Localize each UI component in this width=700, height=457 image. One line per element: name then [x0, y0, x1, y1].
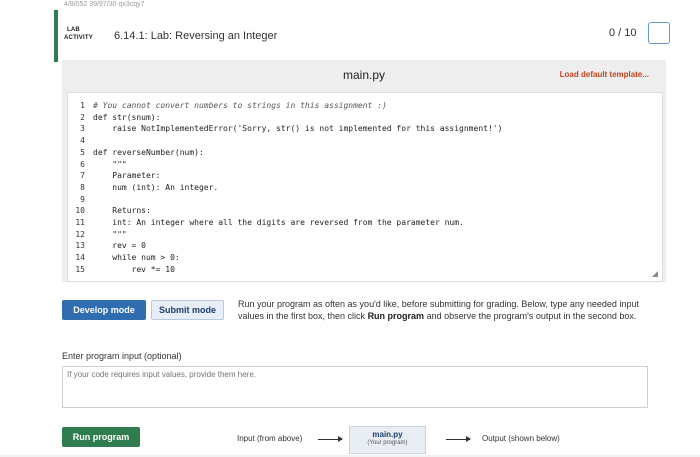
code-text[interactable]: num (int): An integer.	[93, 182, 218, 193]
code-text[interactable]: Parameter:	[93, 170, 160, 181]
line-number: 13	[75, 241, 85, 251]
code-text[interactable]: rev *= 10	[93, 264, 175, 275]
arrow-right-icon	[446, 436, 471, 442]
line-number: 10	[75, 206, 85, 216]
code-text[interactable]: int: An integer where all the digits are…	[93, 217, 464, 228]
line-number: 6	[80, 159, 85, 169]
program-sub: (Your program)	[367, 440, 408, 446]
instructions-text-2: and observe the program's output in the …	[424, 311, 637, 321]
line-number: 4	[80, 136, 85, 146]
line-number: 8	[80, 182, 85, 192]
code-text[interactable]: def str(snum):	[93, 112, 160, 123]
program-input-field[interactable]	[62, 366, 648, 408]
load-default-template-link[interactable]: Load default template...	[560, 70, 649, 79]
line-number: 9	[80, 194, 85, 204]
line-number: 14	[75, 253, 85, 263]
code-text[interactable]: # You cannot convert numbers to strings …	[93, 100, 387, 111]
line-number: 11	[75, 218, 85, 227]
output-label: Output (shown below)	[482, 434, 560, 443]
line-number: 5	[80, 147, 85, 157]
editor-resize-handle[interactable]	[652, 271, 658, 277]
input-from-label: Input (from above)	[237, 434, 303, 443]
code-text[interactable]: while num > 0:	[93, 252, 179, 263]
code-text[interactable]: """	[93, 159, 126, 170]
program-input-label: Enter program input (optional)	[62, 351, 182, 361]
line-number: 7	[80, 171, 85, 181]
page-title: 6.14.1: Lab: Reversing an Integer	[114, 30, 278, 42]
program-name: main.py	[372, 430, 403, 439]
code-panel: main.py Load default template... 15 rev …	[62, 60, 666, 282]
score-checkbox	[648, 22, 670, 44]
code-text[interactable]: raise NotImplementedError('Sorry, str() …	[93, 123, 502, 134]
instructions-bold: Run program	[367, 311, 425, 321]
code-text[interactable]: rev = 0	[93, 240, 146, 251]
run-instructions: Run your program as often as you'd like,…	[238, 298, 663, 322]
line-number: 1	[80, 101, 85, 110]
run-program-button[interactable]: Run program	[62, 427, 140, 447]
lab-badge-line2: ACTIVITY	[64, 35, 93, 41]
code-text[interactable]: def reverseNumber(num):	[93, 147, 204, 158]
lab-header: LAB ACTIVITY 6.14.1: Lab: Reversing an I…	[54, 10, 672, 62]
lab-activity-badge: LAB ACTIVITY	[64, 26, 93, 42]
code-text[interactable]: Returns:	[93, 205, 151, 216]
line-number: 12	[75, 229, 85, 239]
submit-mode-button[interactable]: Submit mode	[151, 300, 224, 320]
line-number: 15	[75, 264, 85, 274]
program-box: main.py (Your program)	[349, 426, 426, 454]
code-editor[interactable]: 15 rev *= 10 14 while num > 0: 13 rev = 01…	[67, 92, 663, 282]
develop-mode-button[interactable]: Develop mode	[62, 300, 146, 320]
lab-badge-line1: LAB	[67, 27, 80, 33]
arrow-right-icon	[318, 436, 343, 442]
line-number: 3	[80, 124, 85, 134]
line-number: 2	[80, 112, 85, 122]
code-text[interactable]: """	[93, 229, 126, 240]
top-strip-text: 4/8/052 39/97/30 qx3cqy7	[64, 1, 145, 8]
score-text: 0 / 10	[609, 27, 637, 39]
